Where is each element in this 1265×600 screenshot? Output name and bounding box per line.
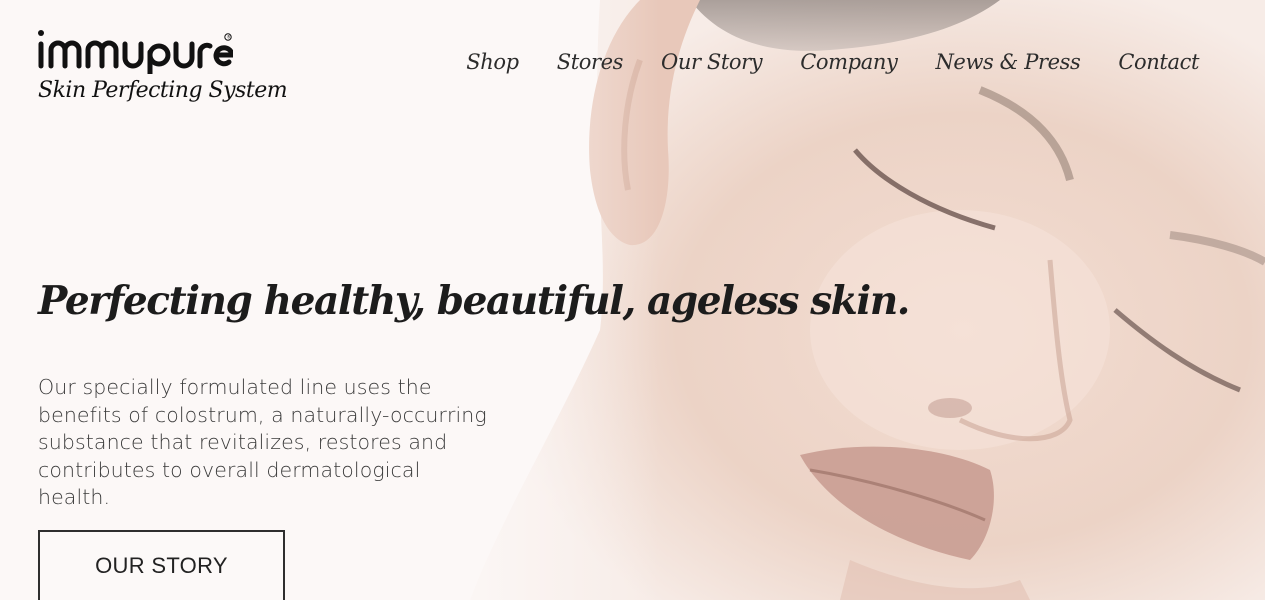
nav-item-contact[interactable]: Contact (1118, 50, 1199, 74)
hero-headline: Perfecting healthy, beautiful, ageless s… (38, 278, 910, 324)
brand-tagline: Skin Perfecting System (38, 78, 288, 103)
nav-item-shop[interactable]: Shop (466, 50, 519, 74)
main-nav: Shop Stores Our Story Company News & Pre… (466, 50, 1199, 74)
immupure-logo-icon: ® (38, 30, 233, 74)
nav-item-news-press[interactable]: News & Press (935, 50, 1080, 74)
hero-description: Our specially formulated line uses the b… (38, 375, 487, 509)
nav-item-stores[interactable]: Stores (557, 50, 624, 74)
nav-item-company[interactable]: Company (800, 50, 898, 74)
our-story-button[interactable]: OUR STORY (38, 530, 285, 600)
svg-text:®: ® (227, 35, 231, 40)
nav-item-our-story[interactable]: Our Story (661, 50, 763, 74)
brand-logo[interactable]: ® Skin Perfecting System (38, 28, 288, 110)
